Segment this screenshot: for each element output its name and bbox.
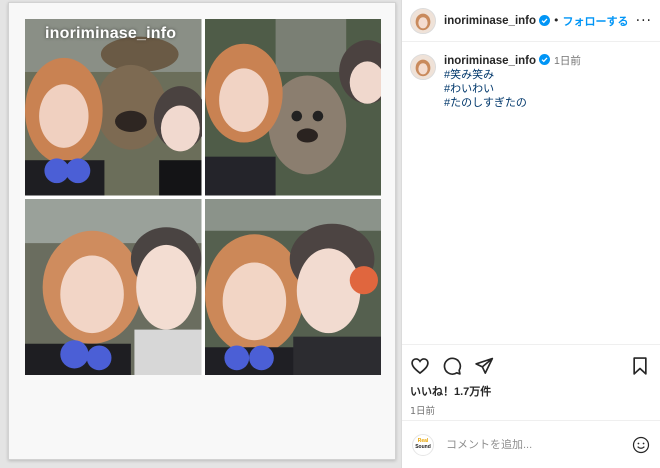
photo-tile-1 <box>25 19 202 196</box>
action-icons <box>410 353 652 379</box>
share-icon[interactable] <box>474 356 494 376</box>
username-link[interactable]: inoriminase_info <box>444 15 536 27</box>
like-count[interactable]: いいね！1.7万件 <box>410 383 652 399</box>
photo-tile-2 <box>204 19 381 196</box>
post-caption: inoriminase_info 1日前 #笑み笑み #わいわい #たのしすぎたの <box>410 54 654 110</box>
hashtag-link[interactable]: #笑み笑み <box>444 68 581 82</box>
post-side-panel: inoriminase_info • フォローする ··· inoriminas… <box>402 0 660 468</box>
hashtag-link[interactable]: #わいわい <box>444 82 581 96</box>
hashtag-link[interactable]: #たのしすぎたの <box>444 96 581 110</box>
polaroid-frame: inoriminase_info <box>8 2 396 460</box>
image-watermark: inoriminase_info <box>45 25 177 42</box>
caption-time: 1日前 <box>554 55 581 67</box>
avatar[interactable] <box>410 7 436 34</box>
post-date: 1日前 <box>410 406 436 417</box>
caption-username[interactable]: inoriminase_info <box>444 55 536 67</box>
more-options-icon[interactable]: ··· <box>636 13 652 29</box>
post-image[interactable]: inoriminase_info <box>0 0 402 468</box>
post-header: inoriminase_info • フォローする ··· <box>402 0 660 42</box>
caption-body: inoriminase_info 1日前 #笑み笑み #わいわい #たのしすぎたの <box>444 54 581 110</box>
follow-button[interactable]: フォローする <box>563 13 629 29</box>
comment-icon[interactable] <box>442 356 462 376</box>
photo-grid <box>25 19 381 375</box>
logo-text-line2: Sound <box>415 443 431 450</box>
caption-avatar[interactable] <box>410 54 436 80</box>
verified-badge-icon <box>539 15 551 26</box>
verified-badge-icon <box>539 54 551 65</box>
comment-bar: Real Sound <box>402 420 660 468</box>
bookmark-icon[interactable] <box>630 356 650 376</box>
realsound-logo: Real Sound <box>412 433 434 456</box>
photo-tile-4 <box>204 198 381 375</box>
photo-tile-3 <box>25 198 202 375</box>
comment-input[interactable] <box>446 438 616 451</box>
post-actions: いいね！1.7万件 1日前 <box>402 344 660 417</box>
heart-icon[interactable] <box>410 356 430 376</box>
header-separator: • <box>553 14 560 27</box>
emoji-icon[interactable] <box>632 436 650 454</box>
instagram-post: inoriminase_info inoriminase_info • フォロー… <box>0 0 660 468</box>
